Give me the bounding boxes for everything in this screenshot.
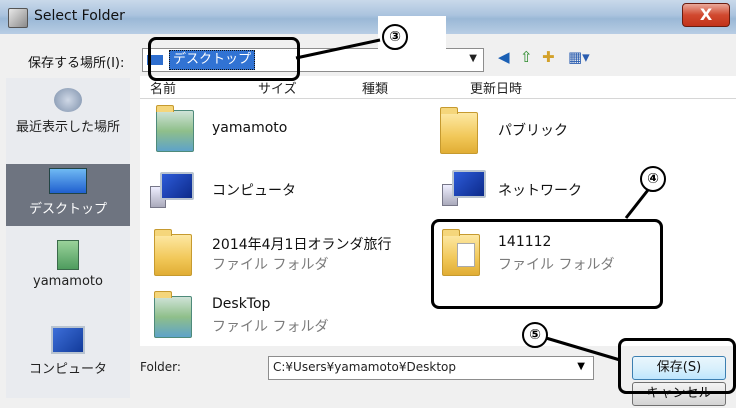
annotation-lines — [295, 38, 650, 362]
annotation-line-5 — [545, 336, 621, 362]
annotation-line-3 — [295, 38, 381, 60]
annotation-line-4 — [624, 189, 650, 219]
select-folder-dialog: Select Folder X 保存する場所(I): デスクトップ ▼ ◀ ⇧ … — [0, 0, 736, 408]
